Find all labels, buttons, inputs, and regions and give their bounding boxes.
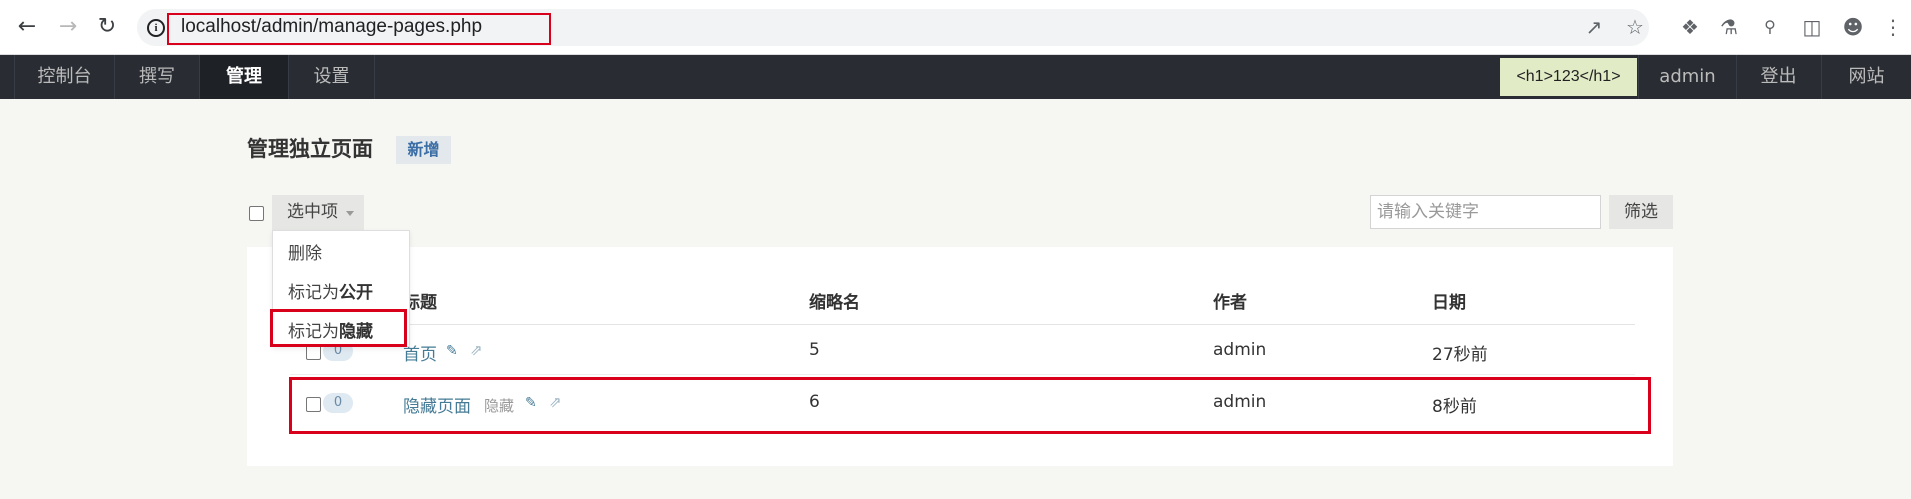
select-all-checkbox[interactable] bbox=[249, 206, 264, 221]
public-label: 公开 bbox=[339, 283, 373, 303]
site-notice-chip: <h1>123</h1> bbox=[1500, 58, 1637, 96]
selected-options-label: 选中项 bbox=[287, 202, 338, 222]
search-icon[interactable]: ⚲ bbox=[1757, 14, 1783, 40]
selected-options-button[interactable]: 选中项 bbox=[272, 195, 364, 230]
mark-hidden-highlight bbox=[270, 309, 407, 347]
nav-user[interactable]: admin bbox=[1638, 55, 1737, 99]
dropdown-delete[interactable]: 删除 bbox=[288, 239, 322, 264]
more-menu-icon[interactable]: ⋮ bbox=[1880, 14, 1906, 40]
column-header-author: 作者 bbox=[1213, 293, 1247, 313]
caret-down-icon bbox=[346, 211, 354, 216]
profile-icon[interactable]: ☻ bbox=[1840, 14, 1866, 40]
nav-logout[interactable]: 登出 bbox=[1736, 55, 1822, 99]
page-author[interactable]: admin bbox=[1213, 340, 1266, 360]
nav-site[interactable]: 网站 bbox=[1822, 55, 1911, 99]
site-info-icon[interactable]: i bbox=[147, 19, 165, 37]
reload-icon[interactable]: ↻ bbox=[92, 12, 122, 42]
nav-write[interactable]: 撰写 bbox=[115, 55, 200, 99]
back-arrow-icon[interactable]: ← bbox=[12, 12, 42, 42]
column-header-date: 日期 bbox=[1432, 293, 1466, 313]
page-slug: 5 bbox=[809, 340, 820, 360]
row-divider bbox=[290, 374, 1635, 375]
page-date: 27秒前 bbox=[1432, 345, 1488, 365]
side-panel-icon[interactable]: ◫ bbox=[1799, 14, 1825, 40]
url-text[interactable]: localhost/admin/manage-pages.php bbox=[181, 16, 482, 38]
browser-toolbar: ← → ↻ i localhost/admin/manage-pages.php… bbox=[0, 0, 1911, 55]
table-header-divider bbox=[290, 324, 1635, 325]
dropdown-mark-public[interactable]: 标记为公开 bbox=[288, 278, 373, 303]
nav-settings[interactable]: 设置 bbox=[289, 55, 375, 99]
share-icon[interactable]: ↗ bbox=[1581, 14, 1607, 40]
filter-button[interactable]: 筛选 bbox=[1609, 195, 1673, 229]
hidden-page-row-highlight bbox=[289, 377, 1651, 434]
page-title: 管理独立页面 bbox=[247, 137, 373, 161]
labs-flask-icon[interactable]: ⚗ bbox=[1716, 14, 1742, 40]
edit-pencil-icon[interactable]: ✎ bbox=[446, 343, 458, 359]
keyword-search-input[interactable]: 请输入关键字 bbox=[1370, 195, 1601, 229]
add-page-button[interactable]: 新增 bbox=[396, 136, 451, 164]
bookmark-star-icon[interactable]: ☆ bbox=[1622, 14, 1648, 40]
external-link-icon[interactable]: ⇗ bbox=[470, 341, 483, 359]
mark-prefix-label: 标记为 bbox=[288, 283, 339, 303]
column-header-slug: 缩略名 bbox=[809, 293, 860, 313]
nav-manage[interactable]: 管理 bbox=[200, 55, 289, 99]
extensions-icon[interactable]: ❖ bbox=[1677, 14, 1703, 40]
forward-arrow-icon[interactable]: → bbox=[53, 12, 83, 42]
row-checkbox[interactable] bbox=[306, 345, 321, 360]
nav-dashboard[interactable]: 控制台 bbox=[15, 55, 115, 99]
